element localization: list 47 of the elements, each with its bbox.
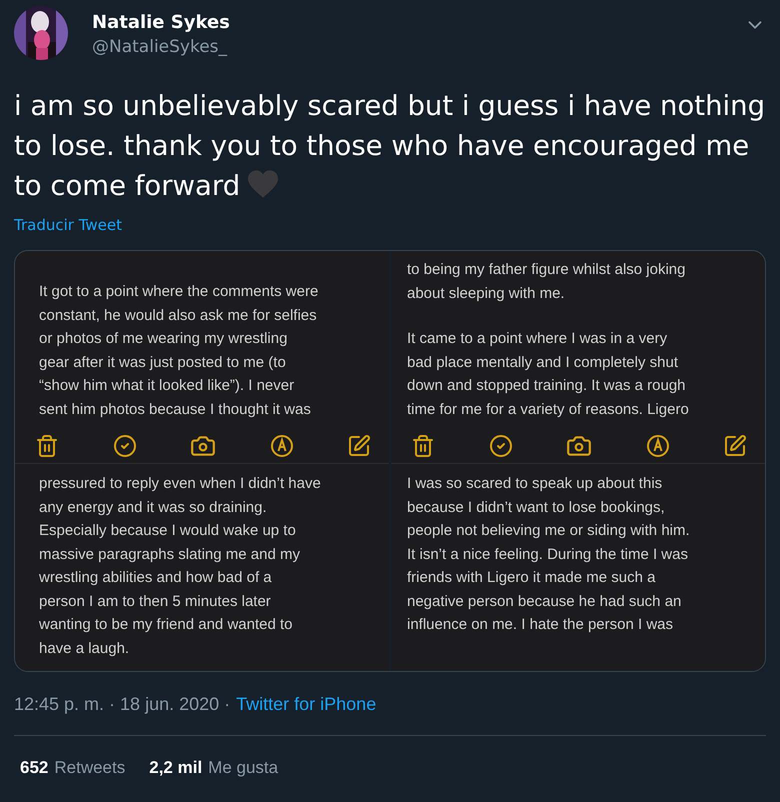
stat-link[interactable]: 652 Retweets [20, 758, 126, 778]
check-circle-icon[interactable] [112, 434, 136, 458]
note-text-line: pressured to reply even when I didn’t have [39, 474, 321, 494]
note-text-line: It isn’t a nice feeling. During the time I was [407, 544, 688, 564]
note-text-line: friends with Ligero it made me such a [407, 568, 656, 588]
check-circle-icon[interactable] [488, 434, 512, 458]
translate-link[interactable]: Traducir Tweet [14, 216, 122, 234]
heart-icon [246, 169, 280, 199]
note-text-line: sent him photos because I thought it was [39, 400, 311, 420]
note-text-line: have a laugh. [39, 638, 130, 658]
compose-icon[interactable] [347, 434, 371, 458]
trash-icon[interactable] [411, 434, 435, 458]
pen-circle-icon[interactable] [270, 434, 294, 458]
trash-icon[interactable] [35, 434, 59, 458]
stat-link[interactable]: 2,2 mil Me gusta [149, 758, 278, 778]
note-text-line: massive paragraphs slating me and my [39, 544, 300, 564]
author-handle[interactable]: @NatalieSykes_ [92, 37, 228, 57]
timestamp: 12:45 p. m. · 18 jun. 2020 · [14, 694, 230, 715]
notes-screenshot[interactable] [391, 251, 765, 671]
note-text-line: I was so scared to speak up about this [407, 474, 662, 494]
note-text-line: because I didn’t want to lose bookings, [407, 498, 665, 518]
note-text-line: Especially because I would wake up to [39, 521, 296, 541]
note-text-line: gear after it was just posted to me (to [39, 352, 286, 372]
note-text-line: about sleeping with me. [407, 284, 565, 304]
note-text-line: It got to a point where the comments were [39, 282, 318, 302]
note-text-line: or photos of me wearing my wrestling [39, 329, 288, 349]
note-text-line: negative person because he had such an [407, 592, 682, 612]
tweet-text: i am so unbelievably scared but i guess i have nothing to lose. thank you to those who have encouraged me to come forward [14, 89, 766, 204]
note-text-line: bad place mentally and I completely shut [407, 352, 678, 372]
source-link[interactable]: Twitter for iPhone [236, 694, 376, 715]
note-text-line: wanting to be my friend and wanted to [39, 615, 292, 635]
notes-screenshot[interactable] [15, 251, 389, 671]
author-name[interactable]: Natalie Sykes [92, 12, 230, 33]
note-text-line: down and stopped training. It was a rough [407, 376, 686, 396]
note-text-line: wrestling abilities and how bad of a [39, 568, 272, 588]
note-text-line: person I am to then 5 minutes later [39, 592, 271, 612]
note-text-line: It came to a point where I was in a very [407, 329, 668, 349]
note-text-line: “show him what it looked like”). I never [39, 376, 294, 396]
compose-icon[interactable] [723, 434, 747, 458]
note-text-line: constant, he would also ask me for selfies [39, 306, 317, 326]
pen-circle-icon[interactable] [646, 434, 670, 458]
note-text-line: any energy and it was so draining. [39, 498, 267, 518]
note-text-line: influence on me. I hate the person I was [407, 615, 673, 635]
note-text-line: time for me for a variety of reasons. Ligero [407, 400, 689, 420]
note-text-line: to being my father figure whilst also joking [407, 260, 686, 280]
media-grid[interactable] [14, 250, 766, 672]
note-text-line: people not believing me or siding with him. [407, 521, 690, 541]
